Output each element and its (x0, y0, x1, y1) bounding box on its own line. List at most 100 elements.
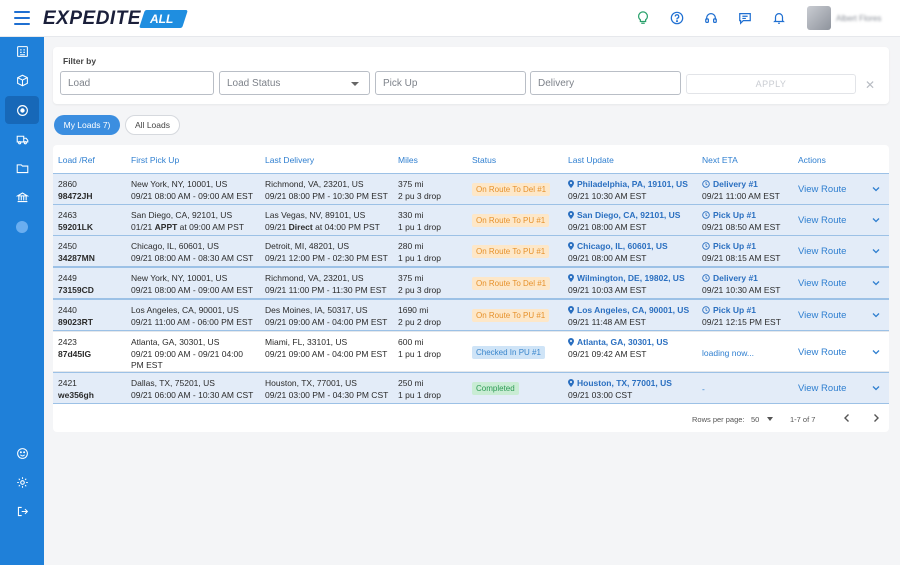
view-route-link[interactable]: View Route (798, 310, 846, 321)
pickup-input[interactable]: Pick Up (375, 71, 526, 95)
logo-text: EXPEDITE (43, 8, 141, 29)
header-last-update[interactable]: Last Update (568, 155, 614, 165)
load-input[interactable]: Load (60, 71, 214, 95)
chevron-down-icon[interactable] (871, 246, 881, 256)
next-eta-time: 09/21 12:15 PM EST (702, 317, 781, 327)
sidebar-item-documents[interactable] (0, 154, 44, 182)
load-ref: 98472JH (58, 191, 93, 201)
view-route-link[interactable]: View Route (798, 184, 846, 195)
apply-button[interactable]: APPLY (686, 74, 856, 94)
page-range: 1-7 of 7 (790, 415, 816, 424)
sidebar-item-trucks[interactable] (0, 125, 44, 153)
lightbulb-icon[interactable] (634, 9, 652, 27)
close-icon[interactable]: ✕ (865, 78, 875, 92)
last-update-location[interactable]: Wilmington, DE, 19802, US (568, 272, 685, 284)
table-row[interactable]: 2860 98472JH New York, NY, 10001, US 09/21 … (53, 173, 889, 205)
table-row[interactable]: 2421 we356gh Dallas, TX, 75201, US 09/21 06… (53, 372, 889, 404)
sidebar-item-logout[interactable] (0, 497, 44, 525)
pickup-time: 01/21 APPT at 09:00 AM PST (131, 222, 244, 232)
view-route-link[interactable]: View Route (798, 347, 846, 358)
user-name[interactable]: Albert Flores (836, 14, 881, 23)
load-id: 2449 (58, 273, 77, 283)
location-pin-icon (568, 242, 574, 250)
last-update-location[interactable]: Los Angeles, CA, 90001, US (568, 304, 689, 316)
view-route-link[interactable]: View Route (798, 383, 846, 394)
chevron-down-icon[interactable] (871, 215, 881, 225)
header-first-pickup[interactable]: First Pick Up (131, 155, 179, 165)
last-update-location[interactable]: Chicago, IL, 60601, US (568, 240, 668, 252)
miles: 375 mi (398, 179, 424, 189)
pickup-time: 09/21 11:00 AM - 06:00 PM EST (131, 317, 253, 327)
clock-icon (702, 211, 710, 219)
view-route-link[interactable]: View Route (798, 278, 846, 289)
chevron-down-icon[interactable] (871, 184, 881, 194)
tab-all-loads[interactable]: All Loads (125, 115, 180, 135)
header-load-ref[interactable]: Load /Ref (58, 155, 95, 165)
table-row[interactable]: 2423 87d45IG Atlanta, GA, 30301, US 09/21 0… (53, 331, 889, 372)
sidebar-item-feedback[interactable] (0, 439, 44, 467)
clock-icon (702, 274, 710, 282)
stops: 2 pu 3 drop (398, 285, 442, 295)
header-miles[interactable]: Miles (398, 155, 418, 165)
filter-panel: Filter by Load Load Status Pick Up Deliv… (53, 47, 889, 104)
load-id: 2860 (58, 179, 77, 189)
chat-icon[interactable] (736, 9, 754, 27)
header-last-delivery[interactable]: Last Delivery (265, 155, 314, 165)
last-update-location[interactable]: Houston, TX, 77001, US (568, 377, 672, 389)
sidebar-item-loads[interactable] (5, 96, 39, 124)
tab-my-loads[interactable]: My Loads 7) (54, 115, 120, 135)
chevron-down-icon[interactable] (871, 278, 881, 288)
next-page-icon[interactable] (870, 412, 882, 424)
menu-icon[interactable] (14, 11, 30, 25)
last-update-location[interactable]: Atlanta, GA, 30301, US (568, 336, 668, 348)
table-row[interactable]: 2463 59201LK San Diego, CA, 92101, US 01/21… (53, 204, 889, 236)
miles: 1690 mi (398, 305, 429, 315)
chevron-down-icon[interactable] (871, 310, 881, 320)
delivery-time: 09/21 09:00 AM - 04:00 PM EST (265, 317, 388, 327)
load-ref: we356gh (58, 390, 94, 400)
sidebar-item-placeholder[interactable] (0, 213, 44, 241)
view-route-link[interactable]: View Route (798, 215, 846, 226)
rows-per-page-select[interactable]: 50 (751, 415, 774, 424)
delivery-input[interactable]: Delivery (530, 71, 681, 95)
load-status-select[interactable]: Load Status (219, 71, 370, 95)
header-next-eta[interactable]: Next ETA (702, 155, 738, 165)
pickup-location: Atlanta, GA, 30301, US (131, 337, 220, 347)
delivery-time: 09/21 Direct at 04:00 PM PST (265, 222, 380, 232)
next-eta-time: 09/21 10:30 AM EST (702, 285, 781, 295)
delivery-location: Richmond, VA, 23201, US (265, 179, 364, 189)
chevron-down-icon[interactable] (871, 347, 881, 357)
sidebar-item-packages[interactable] (0, 66, 44, 94)
last-update-location[interactable]: San Diego, CA, 92101, US (568, 209, 680, 221)
delivery-location: Miami, FL, 33101, US (265, 337, 348, 347)
delivery-location: Richmond, VA, 23201, US (265, 273, 364, 283)
sidebar-item-dashboard[interactable] (0, 37, 44, 65)
delivery-time: 09/21 12:00 PM - 02:30 PM EST (265, 253, 388, 263)
last-update-location[interactable]: Philadelphia, PA, 19101, US (568, 178, 688, 190)
sidebar-item-billing[interactable] (0, 183, 44, 211)
bell-icon[interactable] (770, 9, 788, 27)
sidebar (0, 37, 44, 565)
location-pin-icon (568, 274, 574, 282)
table-row[interactable]: 2440 89023RT Los Angeles, CA, 90001, US 09/… (53, 299, 889, 331)
next-eta-time: 09/21 08:50 AM EST (702, 222, 781, 232)
dropdown-caret-icon (351, 82, 359, 86)
view-route-link[interactable]: View Route (798, 246, 846, 257)
header-status[interactable]: Status (472, 155, 496, 165)
next-eta-label: Pick Up #1 (702, 209, 756, 221)
chevron-down-icon[interactable] (871, 383, 881, 393)
avatar[interactable] (807, 6, 831, 30)
help-icon[interactable] (668, 9, 686, 27)
prev-page-icon[interactable] (841, 412, 853, 424)
load-ref: 34287MN (58, 253, 95, 263)
status-badge: On Route To Del #1 (472, 183, 551, 196)
location-pin-icon (568, 211, 574, 219)
dropdown-caret-icon (767, 417, 774, 421)
last-update-time: 09/21 10:03 AM EST (568, 285, 647, 295)
table-row[interactable]: 2449 73159CD New York, NY, 10001, US 09/21 … (53, 267, 889, 299)
table-row[interactable]: 2450 34287MN Chicago, IL, 60601, US 09/21 0… (53, 235, 889, 267)
headset-icon[interactable] (702, 9, 720, 27)
sidebar-item-settings[interactable] (0, 468, 44, 496)
status-badge: On Route To Del #1 (472, 277, 551, 290)
status-badge: Checked In PU #1 (472, 346, 545, 359)
